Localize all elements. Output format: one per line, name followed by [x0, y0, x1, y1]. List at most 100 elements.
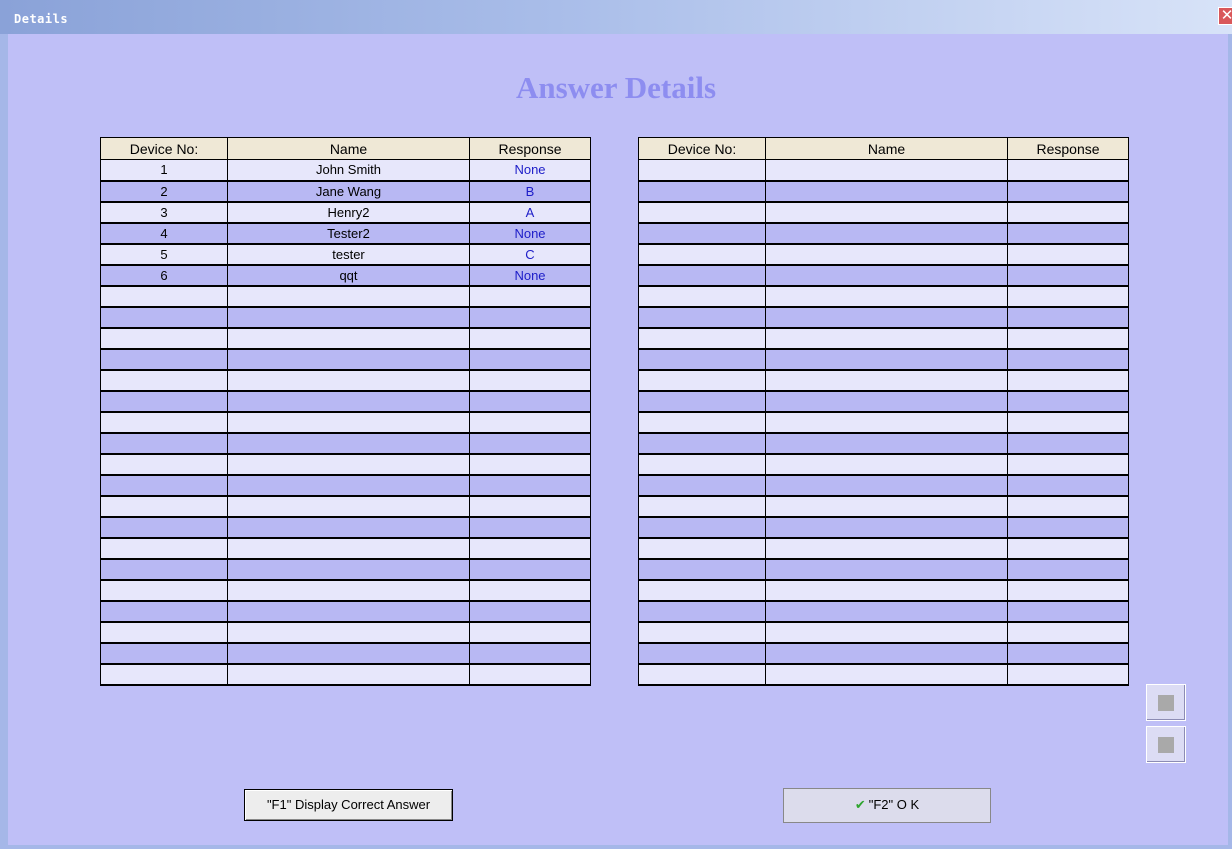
- table-row[interactable]: [100, 474, 591, 497]
- table-row[interactable]: 4 Tester2 None: [100, 222, 591, 245]
- table-row[interactable]: [638, 621, 1129, 644]
- left-answer-table: Device No: Name Response 1 John Smith None…: [100, 137, 591, 686]
- device-no-cell: [100, 579, 228, 602]
- device-no-cell: [638, 264, 766, 287]
- name-cell: [765, 558, 1008, 581]
- table-row[interactable]: [638, 663, 1129, 686]
- device-no-cell: [100, 453, 228, 476]
- name-cell: [765, 348, 1008, 371]
- window-title: Details: [14, 12, 69, 26]
- table-row[interactable]: [100, 327, 591, 350]
- response-cell: [469, 348, 591, 371]
- table-row[interactable]: [638, 432, 1129, 455]
- name-cell: [227, 663, 470, 686]
- table-row[interactable]: 2 Jane Wang B: [100, 180, 591, 203]
- table-row[interactable]: [638, 558, 1129, 581]
- table-row[interactable]: [100, 390, 591, 413]
- table-row[interactable]: [638, 474, 1129, 497]
- table-row[interactable]: 5 tester C: [100, 243, 591, 266]
- response-cell: [1007, 663, 1129, 686]
- response-cell: [1007, 180, 1129, 203]
- table-row[interactable]: [100, 537, 591, 560]
- table-row[interactable]: [638, 243, 1129, 266]
- table-row[interactable]: [100, 516, 591, 539]
- table-row[interactable]: [100, 579, 591, 602]
- table-row[interactable]: [638, 264, 1129, 287]
- device-no-cell: [638, 390, 766, 413]
- device-no-cell: [638, 327, 766, 350]
- table-row[interactable]: [638, 579, 1129, 602]
- table-row[interactable]: [100, 642, 591, 665]
- name-cell: [765, 285, 1008, 308]
- table-row[interactable]: [100, 495, 591, 518]
- table-row[interactable]: [100, 348, 591, 371]
- table-row[interactable]: [100, 369, 591, 392]
- response-cell: [1007, 264, 1129, 287]
- table-row[interactable]: [638, 201, 1129, 224]
- table-row[interactable]: [638, 369, 1129, 392]
- name-cell: [227, 495, 470, 518]
- response-cell: [1007, 432, 1129, 455]
- name-cell: [765, 264, 1008, 287]
- response-cell: None: [469, 264, 591, 287]
- table-row[interactable]: [100, 285, 591, 308]
- name-cell: qqt: [227, 264, 470, 287]
- device-no-cell: [638, 600, 766, 623]
- table-row[interactable]: [638, 642, 1129, 665]
- response-cell: [469, 411, 591, 434]
- table-row[interactable]: [638, 159, 1129, 182]
- table-row[interactable]: [100, 558, 591, 581]
- table-row[interactable]: [638, 600, 1129, 623]
- title-bar[interactable]: Details ✕: [0, 0, 1232, 34]
- table-row[interactable]: [638, 537, 1129, 560]
- response-cell: B: [469, 180, 591, 203]
- name-cell: [765, 663, 1008, 686]
- response-cell: [1007, 516, 1129, 539]
- table-row[interactable]: [100, 411, 591, 434]
- table-row[interactable]: [638, 180, 1129, 203]
- table-row[interactable]: [100, 600, 591, 623]
- close-button[interactable]: ✕: [1218, 7, 1232, 25]
- response-cell: [1007, 348, 1129, 371]
- table-row[interactable]: [638, 285, 1129, 308]
- ok-button[interactable]: ✔ "F2" O K: [783, 788, 991, 823]
- table-row[interactable]: [638, 348, 1129, 371]
- display-correct-answer-button[interactable]: "F1" Display Correct Answer: [244, 789, 453, 821]
- table-row[interactable]: 3 Henry2 A: [100, 201, 591, 224]
- response-cell: [1007, 222, 1129, 245]
- table-row[interactable]: [638, 222, 1129, 245]
- response-cell: [469, 579, 591, 602]
- name-cell: [765, 495, 1008, 518]
- table-row[interactable]: [638, 306, 1129, 329]
- response-cell: [469, 474, 591, 497]
- name-cell: Tester2: [227, 222, 470, 245]
- table-row[interactable]: [638, 390, 1129, 413]
- table-row[interactable]: [638, 327, 1129, 350]
- close-icon: ✕: [1220, 6, 1232, 24]
- table-row[interactable]: [100, 621, 591, 644]
- table-row[interactable]: [100, 306, 591, 329]
- page-down-button[interactable]: [1146, 726, 1186, 763]
- table-row[interactable]: [638, 495, 1129, 518]
- table-row[interactable]: [638, 411, 1129, 434]
- response-cell: [1007, 537, 1129, 560]
- name-cell: [765, 327, 1008, 350]
- table-row[interactable]: 6 qqt None: [100, 264, 591, 287]
- device-no-cell: [638, 537, 766, 560]
- table-row[interactable]: [100, 453, 591, 476]
- name-cell: [765, 621, 1008, 644]
- table-row[interactable]: [638, 453, 1129, 476]
- device-no-cell: [638, 306, 766, 329]
- device-no-cell: [638, 579, 766, 602]
- device-no-cell: [638, 495, 766, 518]
- table-row[interactable]: [100, 432, 591, 455]
- response-cell: [469, 306, 591, 329]
- device-no-cell: [638, 474, 766, 497]
- page-up-button[interactable]: [1146, 684, 1186, 721]
- table-row[interactable]: [100, 663, 591, 686]
- square-icon: [1158, 737, 1174, 753]
- table-row[interactable]: [638, 516, 1129, 539]
- response-cell: A: [469, 201, 591, 224]
- column-header-name: Name: [227, 137, 470, 160]
- table-row[interactable]: 1 John Smith None: [100, 159, 591, 182]
